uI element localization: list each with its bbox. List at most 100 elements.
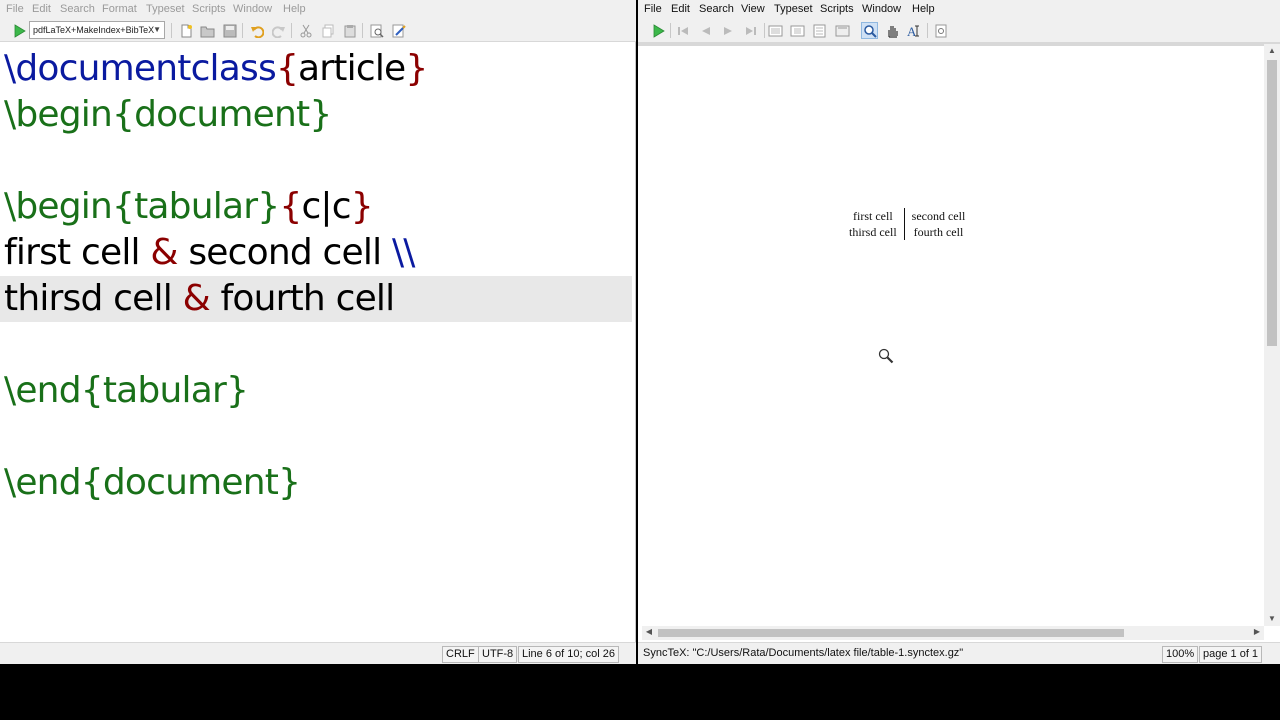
line-ending-button[interactable]: CRLF [442,646,479,663]
latex-argument: article [298,48,406,89]
horizontal-scrollbar[interactable]: ◀ ▶ [642,626,1264,640]
latex-newline: \\ [391,232,415,273]
magnifier-cursor-icon [878,348,894,364]
code-line-4: \begin{tabular}{c|c} [4,184,374,230]
rendered-table: first cell second cell thirsd cell fourt… [842,208,972,240]
latex-command: \end [4,462,82,503]
latex-environment: {document} [80,462,301,503]
engine-select[interactable]: pdfLaTeX+MakeIndex+BibTeX ▼ [29,21,165,39]
menu-window[interactable]: Window [862,3,901,16]
editor-window: File Edit Search Format Typeset Scripts … [0,0,636,664]
prev-page-icon[interactable] [697,22,714,39]
code-text: thirsd cell [4,278,183,319]
encoding-button[interactable]: UTF-8 [478,646,518,663]
magnify-icon[interactable] [861,22,878,39]
toolbar-divider [291,23,292,38]
table-cell: second cell [911,209,966,223]
latex-command: \begin [4,186,113,227]
page-indicator[interactable]: page 1 of 1 [1199,646,1263,663]
facing-pages-icon[interactable] [811,22,828,39]
screen-bottom-area [0,664,1280,720]
fit-window-icon[interactable] [834,22,851,39]
scrollbar-thumb[interactable] [658,629,1124,637]
pdf-page[interactable]: first cell second cell thirsd cell fourt… [642,46,1264,626]
table-cell: first cell [842,208,905,224]
menu-search[interactable]: Search [60,3,95,16]
find-icon[interactable] [368,22,385,39]
scroll-right-icon[interactable]: ▶ [1250,627,1264,636]
first-page-icon[interactable] [674,22,691,39]
text-select-icon[interactable]: A [905,22,922,39]
menu-file[interactable]: File [644,3,662,16]
preview-statusbar: SyncTeX: "C:/Users/Rata/Documents/latex … [638,642,1280,664]
toolbar-divider [242,23,243,38]
undo-icon[interactable] [248,22,265,39]
latex-brace: { [275,48,299,89]
menu-edit[interactable]: Edit [671,3,690,16]
preview-menubar: File Edit Search View Typeset Scripts Wi… [638,0,1280,19]
scroll-up-icon[interactable]: ▲ [1265,46,1279,55]
cursor-position[interactable]: Line 6 of 10; col 26 [518,646,619,663]
latex-brace: { [279,186,302,227]
menu-scripts[interactable]: Scripts [192,3,226,16]
menu-help[interactable]: Help [283,3,306,16]
vertical-scrollbar[interactable]: ▲ ▼ [1264,44,1280,626]
cut-icon[interactable] [297,22,314,39]
menu-window[interactable]: Window [233,3,272,16]
table-row: first cell second cell [842,208,972,224]
code-text: second cell [177,232,392,273]
latex-environment: {tabular} [80,370,249,411]
toolbar-divider [171,23,172,38]
menu-file[interactable]: File [6,3,24,16]
scroll-down-icon[interactable]: ▼ [1265,614,1279,623]
latex-brace: } [405,48,428,89]
table-cell: fourth cell [913,225,964,239]
save-icon[interactable] [221,22,238,39]
code-line-10: \end{document} [4,460,301,506]
single-page-icon[interactable] [767,22,784,39]
scroll-left-icon[interactable]: ◀ [642,627,656,636]
toolbar-divider [362,23,363,38]
latex-environment: {document} [112,94,332,135]
menu-view[interactable]: View [741,3,765,16]
latex-brace: } [350,186,374,227]
latex-command: \begin [4,94,113,135]
next-page-icon[interactable] [719,22,736,39]
code-line-2: \begin{document} [4,92,332,138]
hand-icon[interactable] [883,22,900,39]
code-text: first cell [4,232,151,273]
replace-icon[interactable] [390,22,407,39]
typeset-play-icon[interactable] [10,22,27,39]
menu-format[interactable]: Format [102,3,137,16]
paste-icon[interactable] [341,22,358,39]
toolbar-divider [670,23,671,38]
menu-help[interactable]: Help [912,3,935,16]
latex-ampersand: & [150,232,178,273]
open-folder-icon[interactable] [199,22,216,39]
menu-typeset[interactable]: Typeset [774,3,813,16]
engine-select-value: pdfLaTeX+MakeIndex+BibTeX [33,25,155,35]
menu-scripts[interactable]: Scripts [820,3,854,16]
latex-argument: c|c [301,186,351,227]
typeset-play-icon[interactable] [649,22,666,39]
zoom-level-button[interactable]: 100% [1162,646,1199,663]
continuous-icon[interactable] [789,22,806,39]
menu-typeset[interactable]: Typeset [146,3,185,16]
redo-icon[interactable] [270,22,287,39]
new-file-icon[interactable] [177,22,194,39]
last-page-icon[interactable] [742,22,759,39]
preview-toolbar: A [638,19,1280,42]
code-line-8: \end{tabular} [4,368,249,414]
latex-command: \end [4,370,82,411]
toolbar-divider [927,23,928,38]
code-line-6: thirsd cell & fourth cell [4,276,395,322]
scrollbar-thumb[interactable] [1267,60,1277,346]
fit-width-icon[interactable] [932,22,949,39]
menu-edit[interactable]: Edit [32,3,51,16]
menu-search[interactable]: Search [699,3,734,16]
copy-icon[interactable] [319,22,336,39]
editor-menubar: File Edit Search Format Typeset Scripts … [0,0,636,19]
source-editor[interactable]: \documentclass{article} \begin{document}… [0,46,632,642]
table-cell: thirsd cell [842,224,905,240]
code-line-1: \documentclass{article} [4,46,428,92]
